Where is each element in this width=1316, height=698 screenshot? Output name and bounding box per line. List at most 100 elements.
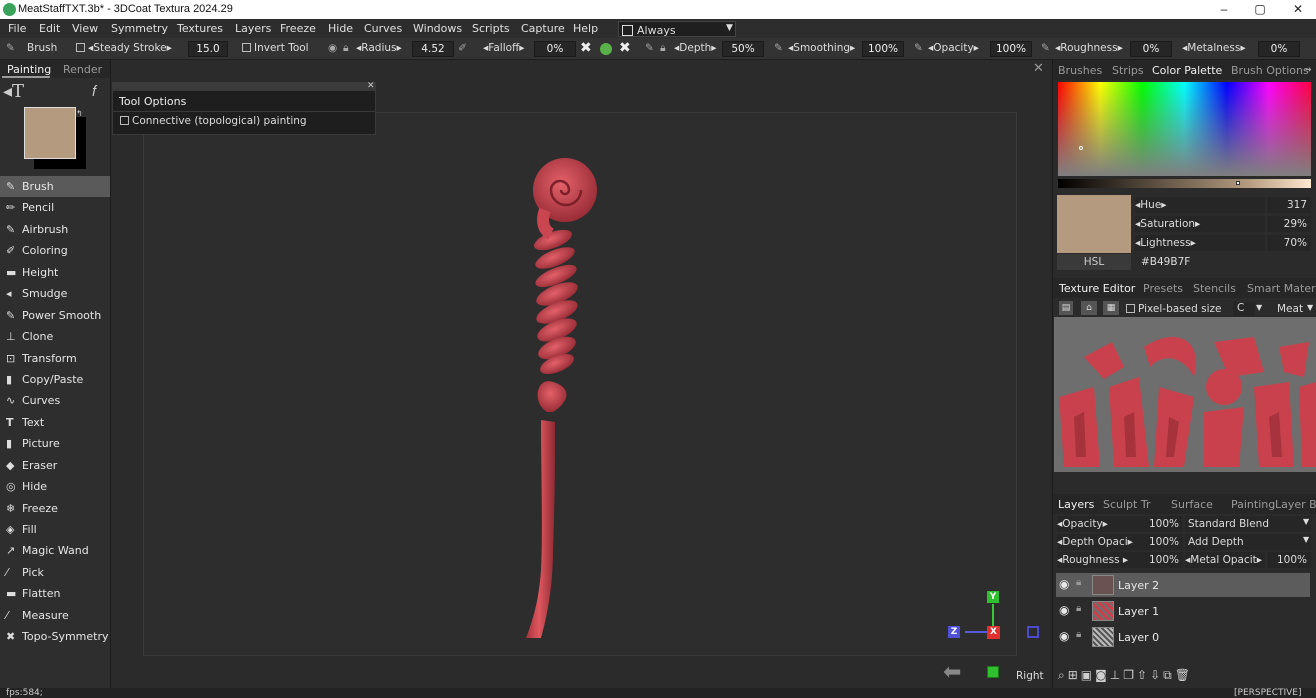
roughness-label[interactable]: ◂Roughness▸ bbox=[1055, 42, 1123, 54]
eye-icon[interactable]: ◉ bbox=[1059, 577, 1069, 591]
tool-smudge[interactable]: ◂ Smudge bbox=[0, 283, 110, 304]
pixel-based-size-toggle[interactable]: Pixel-based size bbox=[1126, 303, 1221, 315]
radius-label[interactable]: ◂Radius▸ bbox=[356, 42, 402, 54]
delete-icon[interactable]: 🗑︎ bbox=[1175, 668, 1193, 682]
steady-stroke-value[interactable]: 15.0 bbox=[188, 41, 228, 57]
menu-file[interactable]: File bbox=[8, 22, 26, 35]
lightness-strip[interactable] bbox=[1058, 179, 1311, 188]
depth-pen-icon[interactable]: ✎ bbox=[645, 42, 654, 54]
move-down-icon[interactable]: ⇩ bbox=[1150, 668, 1163, 682]
connective-checkbox[interactable] bbox=[120, 116, 129, 125]
layer-opacity-label[interactable]: ◂Opacity▸ bbox=[1057, 516, 1137, 532]
metal-opacity-value[interactable]: 100% bbox=[1267, 552, 1311, 568]
smoothing-value[interactable]: 100% bbox=[862, 41, 904, 57]
x-axis-label[interactable]: X bbox=[987, 626, 1000, 639]
menu-hide[interactable]: Hide bbox=[328, 22, 353, 35]
lock-icon[interactable]: 🔒︎ bbox=[1076, 577, 1081, 588]
y-axis-label[interactable]: Y bbox=[987, 591, 999, 603]
tool-topo-symmetry[interactable]: ✖ Topo-Symmetry bbox=[0, 626, 110, 647]
metalness-value[interactable]: 0% bbox=[1258, 41, 1300, 57]
perspective-mode-label[interactable]: [PERSPECTIVE] bbox=[1234, 688, 1302, 698]
tab-sculpt-tree[interactable]: Sculpt Tr bbox=[1103, 498, 1150, 511]
lightness-cursor[interactable] bbox=[1236, 181, 1240, 185]
layer-row-2[interactable]: ◉ 🔒︎ Layer 2 bbox=[1056, 573, 1310, 597]
material-dropdown[interactable]: Meat bbox=[1277, 303, 1303, 315]
tool-copy-paste[interactable]: ▮ Copy/Paste bbox=[0, 369, 110, 390]
tool-power-smooth[interactable]: ✎ Power Smooth bbox=[0, 305, 110, 326]
smoothing-pen-icon[interactable]: ✎ bbox=[774, 42, 783, 54]
tool-hide[interactable]: ◎ Hide bbox=[0, 476, 110, 497]
tool-freeze[interactable]: ❄ Freeze bbox=[0, 498, 110, 519]
stroke-icon[interactable]: 𝑓 bbox=[92, 82, 97, 100]
saturation-label[interactable]: ◂Saturation▸ bbox=[1135, 216, 1265, 232]
tool-picture[interactable]: ▮ Picture bbox=[0, 433, 110, 454]
tool-brush[interactable]: ✎ Brush bbox=[0, 176, 110, 197]
depth-label[interactable]: ◂Depth▸ bbox=[674, 42, 717, 54]
color-mode-hsl[interactable]: HSL bbox=[1057, 254, 1131, 270]
lightness-label[interactable]: ◂Lightness▸ bbox=[1135, 235, 1265, 251]
menu-scripts[interactable]: Scripts bbox=[472, 22, 510, 35]
opacity-label[interactable]: ◂Opacity▸ bbox=[928, 42, 979, 54]
menu-capture[interactable]: Capture bbox=[521, 22, 565, 35]
tool-coloring[interactable]: ✐ Coloring bbox=[0, 240, 110, 261]
metal-opacity-label[interactable]: ◂Metal Opacit▸ bbox=[1185, 552, 1265, 568]
tool-eraser[interactable]: ◆ Eraser bbox=[0, 455, 110, 476]
panel-menu-icon[interactable]: ➜ bbox=[1305, 65, 1312, 74]
lock-icon[interactable]: 🔒︎ bbox=[1076, 603, 1081, 614]
depth-mode-dropdown[interactable]: Add Depth bbox=[1185, 534, 1311, 550]
tool-pencil[interactable]: ✏ Pencil bbox=[0, 197, 110, 218]
tool-curves[interactable]: ∿ Curves bbox=[0, 390, 110, 411]
depth-opacity-label[interactable]: ◂Depth Opaci▸ bbox=[1057, 534, 1137, 550]
tab-render[interactable]: Render bbox=[63, 63, 102, 76]
saturation-value[interactable]: 29% bbox=[1267, 216, 1311, 232]
steady-stroke-checkbox[interactable] bbox=[76, 43, 85, 52]
always-dropdown[interactable]: Always ▼ bbox=[618, 21, 736, 37]
close-mirror-icon[interactable]: ✖ bbox=[619, 40, 631, 56]
texture-grid-icon[interactable]: ▦ bbox=[1103, 301, 1119, 315]
tool-transform[interactable]: ⊡ Transform bbox=[0, 348, 110, 369]
layer-opacity-value[interactable]: 100% bbox=[1137, 516, 1183, 532]
color-spectrum-picker[interactable] bbox=[1058, 82, 1311, 176]
close-button[interactable]: ✕ bbox=[1280, 0, 1316, 19]
tab-surface[interactable]: Surface bbox=[1171, 498, 1213, 511]
merge-down-icon[interactable]: ⊥ bbox=[1110, 668, 1123, 682]
falloff-value[interactable]: 0% bbox=[534, 41, 576, 57]
metalness-label[interactable]: ◂Metalness▸ bbox=[1182, 42, 1246, 54]
add-folder-icon[interactable]: ▣ bbox=[1081, 668, 1095, 682]
pixel-based-checkbox[interactable] bbox=[1126, 304, 1135, 313]
axis-gizmo[interactable]: Y X Z bbox=[948, 591, 1011, 639]
tab-strips[interactable]: Strips bbox=[1112, 64, 1144, 77]
channel-dropdown[interactable]: C bbox=[1233, 302, 1255, 316]
invert-tool-toggle[interactable]: Invert Tool bbox=[242, 42, 309, 54]
texture-file-icon[interactable]: ▤ bbox=[1059, 301, 1073, 315]
roughness-pen-icon[interactable]: ✎ bbox=[1041, 42, 1050, 54]
x-mirror-icon[interactable]: ✖ bbox=[580, 40, 592, 56]
tool-magic-wand[interactable]: ↗ Magic Wand bbox=[0, 540, 110, 561]
lightness-value[interactable]: 70% bbox=[1267, 235, 1311, 251]
blend-mode-dropdown[interactable]: Standard Blend bbox=[1185, 516, 1311, 532]
layer-row-1[interactable]: ◉ 🔒︎ Layer 1 bbox=[1056, 599, 1310, 623]
tool-airbrush[interactable]: ✎ Airbrush bbox=[0, 219, 110, 240]
tab-layer-blend[interactable]: Layer Ble bbox=[1275, 498, 1316, 511]
add-layer-icon[interactable]: ⊞ bbox=[1068, 668, 1081, 682]
tool-options-close-icon[interactable]: ✕ bbox=[367, 81, 375, 91]
tool-measure[interactable]: ⁄ Measure bbox=[0, 605, 110, 626]
tool-height[interactable]: ▬ Height bbox=[0, 262, 110, 283]
texture-preview[interactable] bbox=[1054, 317, 1316, 472]
tool-pick[interactable]: ⁄ Pick bbox=[0, 562, 110, 583]
hue-label[interactable]: ◂Hue▸ bbox=[1135, 197, 1265, 213]
current-color-swatch[interactable] bbox=[1057, 195, 1131, 253]
viewport-close-icon[interactable]: ✕ bbox=[1033, 61, 1044, 76]
always-checkbox[interactable] bbox=[622, 25, 633, 36]
menu-freeze[interactable]: Freeze bbox=[280, 22, 316, 35]
chevron-down-icon[interactable]: ▼ bbox=[1303, 535, 1309, 544]
falloff-pen-icon[interactable]: ✐ bbox=[458, 42, 467, 54]
pen-pressure-icon[interactable]: ◉ bbox=[328, 42, 337, 54]
connective-painting-option[interactable]: Connective (topological) painting bbox=[120, 115, 307, 127]
eye-icon[interactable]: ◉ bbox=[1059, 629, 1069, 643]
view-cube-icon[interactable] bbox=[987, 666, 999, 678]
menu-layers[interactable]: Layers bbox=[235, 22, 271, 35]
roughness-value[interactable]: 0% bbox=[1130, 41, 1172, 57]
menu-help[interactable]: Help bbox=[573, 22, 598, 35]
meat-staff-model[interactable] bbox=[501, 150, 621, 650]
